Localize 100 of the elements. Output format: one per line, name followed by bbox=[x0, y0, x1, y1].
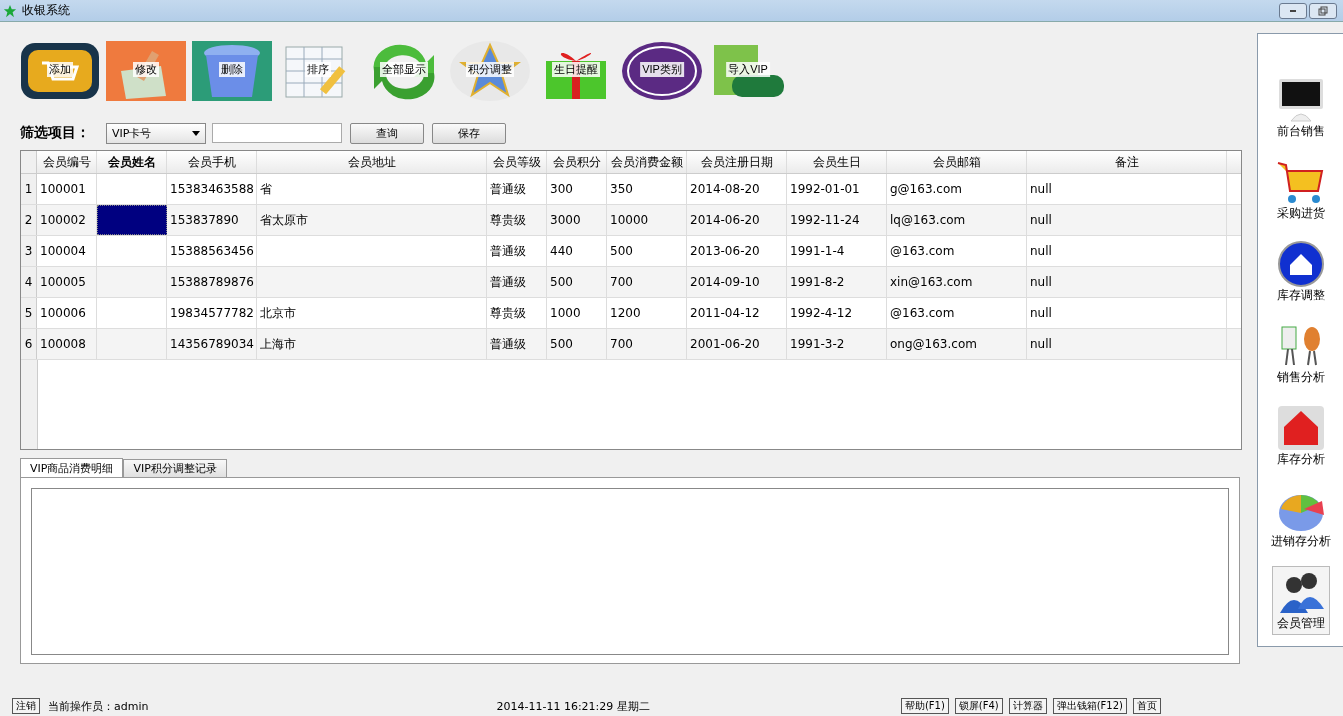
sidebar-item[interactable]: 前台销售 bbox=[1271, 74, 1330, 143]
query-button[interactable]: 查询 bbox=[350, 122, 424, 144]
status-button[interactable]: 帮助(F1) bbox=[900, 698, 949, 714]
table-cell: 153837890 bbox=[167, 205, 257, 235]
table-cell: 700 bbox=[607, 267, 687, 297]
tab[interactable]: VIP商品消费明细 bbox=[20, 458, 124, 477]
table-cell: 2014-06-20 bbox=[687, 205, 787, 235]
column-header[interactable]: 备注 bbox=[1027, 151, 1227, 173]
column-header[interactable]: 会员消费金额 bbox=[607, 151, 687, 173]
table-cell: 省太原市 bbox=[257, 205, 487, 235]
row-number: 4 bbox=[21, 267, 37, 297]
status-button[interactable]: 锁屏(F4) bbox=[954, 698, 1003, 714]
column-header[interactable]: 会员邮箱 bbox=[887, 151, 1027, 173]
table-cell: 500 bbox=[607, 236, 687, 266]
table-cell: 100006 bbox=[37, 298, 97, 328]
table-cell: 2011-04-12 bbox=[687, 298, 787, 328]
toolbar-button[interactable]: 导入VIP bbox=[708, 40, 788, 102]
restore-button[interactable] bbox=[1309, 2, 1337, 19]
table-cell: @163.com bbox=[887, 236, 1027, 266]
toolbar-button[interactable]: 删除 bbox=[192, 40, 272, 102]
table-cell: 2013-06-20 bbox=[687, 236, 787, 266]
status-button[interactable]: 计算器 bbox=[1008, 698, 1047, 714]
minimize-icon bbox=[1290, 9, 1296, 12]
table-cell: null bbox=[1027, 205, 1227, 235]
filter-label: 筛选项目： bbox=[20, 124, 91, 142]
table-cell: 500 bbox=[547, 329, 607, 359]
cart-icon bbox=[20, 41, 100, 101]
status-button[interactable]: 弹出钱箱(F12) bbox=[1052, 698, 1127, 714]
toolbar-button[interactable]: 修改 bbox=[106, 40, 186, 102]
status-button[interactable]: 首页 bbox=[1133, 698, 1161, 714]
table-cell: 100008 bbox=[37, 329, 97, 359]
sidebar-item[interactable]: 库存调整 bbox=[1271, 238, 1330, 307]
table-cell: 700 bbox=[607, 329, 687, 359]
sidebar-item[interactable]: 库存分析 bbox=[1271, 402, 1330, 471]
sidebar-item[interactable]: 会员管理 bbox=[1271, 566, 1330, 635]
table-cell: 1991-3-2 bbox=[787, 329, 887, 359]
table-cell: 15388563456 bbox=[167, 236, 257, 266]
table-cell: 440 bbox=[547, 236, 607, 266]
cart-icon bbox=[1275, 159, 1326, 205]
table-cell: xin@163.com bbox=[887, 267, 1027, 297]
table-cell: 普通级 bbox=[487, 174, 547, 204]
table-cell: 14356789034 bbox=[167, 329, 257, 359]
filter-dropdown[interactable]: VIP卡号 bbox=[106, 122, 206, 144]
column-header[interactable]: 会员手机 bbox=[167, 151, 257, 173]
house-circle-icon bbox=[1275, 241, 1326, 287]
table-cell: 1200 bbox=[607, 298, 687, 328]
sidebar-item[interactable]: 采购进货 bbox=[1271, 156, 1330, 225]
tab[interactable]: VIP积分调整记录 bbox=[123, 459, 227, 477]
operator-label: 当前操作员：admin bbox=[48, 698, 149, 714]
logout-button[interactable]: 注销 bbox=[12, 698, 40, 714]
caret-icon bbox=[192, 130, 200, 136]
table-cell: 2014-08-20 bbox=[687, 174, 787, 204]
column-header[interactable]: 会员注册日期 bbox=[687, 151, 787, 173]
toolbar-button[interactable]: VIP类别 bbox=[622, 40, 702, 102]
table-cell: 2014-09-10 bbox=[687, 267, 787, 297]
house-icon bbox=[1275, 405, 1326, 451]
toolbar-button[interactable]: 生日提醒 bbox=[536, 40, 616, 102]
toolbar-button[interactable]: 积分调整 bbox=[450, 40, 530, 102]
column-header[interactable]: 会员编号 bbox=[37, 151, 97, 173]
column-header[interactable]: 会员积分 bbox=[547, 151, 607, 173]
datetime-label: 2014-11-11 16:21:29 星期二 bbox=[496, 698, 650, 714]
table-cell: 100004 bbox=[37, 236, 97, 266]
table-cell: 500 bbox=[547, 267, 607, 297]
table-cell: g@163.com bbox=[887, 174, 1027, 204]
table-cell: 100005 bbox=[37, 267, 97, 297]
pencil-paper-icon bbox=[106, 41, 186, 101]
row-number: 6 bbox=[21, 329, 37, 359]
table-cell: 1000 bbox=[547, 298, 607, 328]
row-number: 2 bbox=[21, 205, 37, 235]
table-cell: 19834577782 bbox=[167, 298, 257, 328]
table-cell: 300 bbox=[547, 174, 607, 204]
table-cell: 1992-11-24 bbox=[787, 205, 887, 235]
sidebar-item[interactable]: 销售分析 bbox=[1271, 320, 1330, 389]
table-cell: 尊贵级 bbox=[487, 205, 547, 235]
table-cell: ong@163.com bbox=[887, 329, 1027, 359]
column-header[interactable]: 会员地址 bbox=[257, 151, 487, 173]
table-cell: null bbox=[1027, 329, 1227, 359]
row-number: 3 bbox=[21, 236, 37, 266]
restore-icon bbox=[1318, 5, 1328, 16]
column-header[interactable]: 会员等级 bbox=[487, 151, 547, 173]
save-button[interactable]: 保存 bbox=[432, 122, 506, 144]
table-cell: null bbox=[1027, 174, 1227, 204]
row-number: 1 bbox=[21, 174, 37, 204]
search-field[interactable] bbox=[212, 123, 342, 143]
toolbar-button[interactable]: 排序 bbox=[278, 40, 358, 102]
table-cell: null bbox=[1027, 236, 1227, 266]
column-header[interactable]: 会员姓名 bbox=[97, 151, 167, 173]
table-cell: null bbox=[1027, 298, 1227, 328]
window-title: 收银系统 bbox=[22, 2, 70, 19]
column-header[interactable]: 会员生日 bbox=[787, 151, 887, 173]
table-cell: 3000 bbox=[547, 205, 607, 235]
table-cell: 1991-1-4 bbox=[787, 236, 887, 266]
toolbar-button[interactable]: 全部显示 bbox=[364, 40, 444, 102]
table-cell bbox=[97, 205, 167, 235]
table-cell: 上海市 bbox=[257, 329, 487, 359]
table-cell: 1992-4-12 bbox=[787, 298, 887, 328]
toolbar-button[interactable]: 添加 bbox=[20, 40, 100, 102]
minimize-button[interactable] bbox=[1279, 2, 1307, 19]
table-cell: 省 bbox=[257, 174, 487, 204]
sidebar-item[interactable]: 进销存分析 bbox=[1271, 484, 1330, 553]
